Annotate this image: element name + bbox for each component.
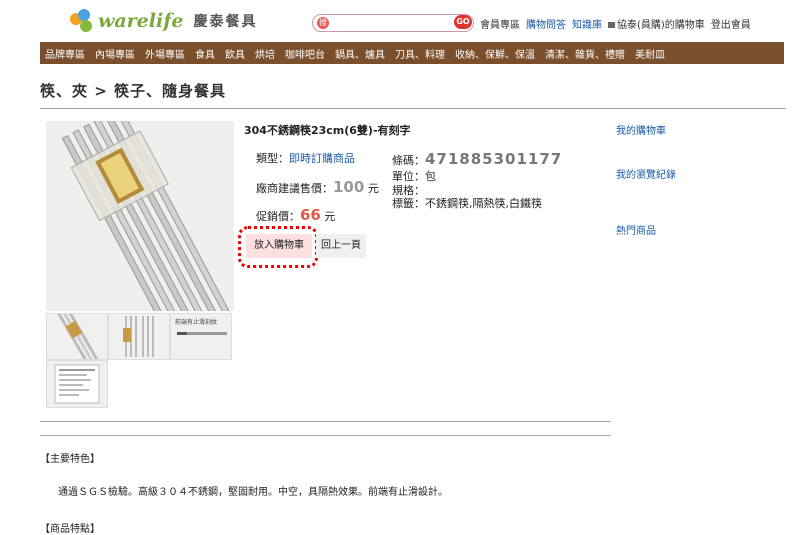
tag-value[interactable]: 不銹鋼筷,隔熱筷,白鐵筷 xyxy=(425,197,542,210)
features-text: 通過ＳＧＳ檢驗。高級３０４不銹鋼，堅固耐用。中空，具隔熱效果。前端有止滑設計。 xyxy=(58,487,448,498)
promo-price: 促銷價：66 元 xyxy=(256,206,335,224)
msrp-unit: 元 xyxy=(367,182,379,195)
msrp-price: 廠商建議售價：100 元 xyxy=(256,178,379,196)
search-input[interactable]: 搜 xyxy=(312,14,474,32)
cart-link-label: 協泰(員購)的購物車 xyxy=(617,20,705,31)
nav-item[interactable]: 品牌專區 xyxy=(40,46,90,61)
sidebar-hot-products[interactable]: 熱門商品 xyxy=(616,222,656,237)
nav-item[interactable]: 鍋具、爐具 xyxy=(330,46,390,61)
breadcrumb: 筷、夾 > 筷子、隨身餐具 xyxy=(40,82,227,100)
nav-item[interactable]: 食具 xyxy=(190,46,220,61)
nav-item[interactable]: 飲具 xyxy=(220,46,250,61)
features-title: 【主要特色】 xyxy=(40,454,100,465)
shopping-faq-link[interactable]: 購物問答 xyxy=(526,16,566,31)
product-thumbnail[interactable] xyxy=(108,313,170,360)
logo-chinese: 慶泰餐具 xyxy=(193,14,258,30)
sidebar-my-cart[interactable]: 我的購物車 xyxy=(616,122,666,137)
type-value-link[interactable]: 即時訂購商品 xyxy=(289,152,355,165)
product-type: 類型：即時訂購商品 xyxy=(256,150,355,166)
promo-label: 促銷價： xyxy=(256,210,300,223)
barcode-value: 471885301177 xyxy=(425,150,563,168)
type-label: 類型： xyxy=(256,152,289,165)
search-go-button[interactable]: GO xyxy=(454,15,472,29)
back-button[interactable]: 回上一頁 xyxy=(316,234,366,258)
promo-unit: 元 xyxy=(324,210,336,223)
sidebar-browse-history[interactable]: 我的瀏覽紀錄 xyxy=(616,166,676,181)
knowledge-base-link[interactable]: 知識庫 xyxy=(572,16,602,31)
member-area-link[interactable]: 會員專區 xyxy=(480,16,520,31)
nav-item[interactable]: 美耐皿 xyxy=(630,46,670,61)
tags: 標籤：不銹鋼筷,隔熱筷,白鐵筷 xyxy=(392,195,542,211)
msrp-value: 100 xyxy=(333,178,365,196)
product-main-image xyxy=(46,106,234,343)
divider xyxy=(40,421,611,422)
nav-item[interactable]: 刀具、料理 xyxy=(390,46,450,61)
nav-item[interactable]: 烘培 xyxy=(250,46,280,61)
product-thumbnail[interactable] xyxy=(46,306,108,367)
nav-item[interactable]: 外場專區 xyxy=(140,46,190,61)
nav-item[interactable]: 咖啡吧台 xyxy=(280,46,330,61)
nav-item[interactable]: 清潔、雜貨、禮贈 xyxy=(540,46,630,61)
cart-link[interactable]: 協泰(員購)的購物車 xyxy=(608,16,705,31)
logo-text: warelife xyxy=(98,10,184,32)
nav-item[interactable]: 收納、保鮮、保溫 xyxy=(450,46,540,61)
divider xyxy=(40,435,611,436)
logout-link[interactable]: 登出會員 xyxy=(711,16,751,31)
unit-value: 包 xyxy=(425,170,436,183)
msrp-label: 廠商建議售價： xyxy=(256,182,333,195)
divider xyxy=(40,108,786,109)
highlight-ring xyxy=(238,226,318,268)
promo-value: 66 xyxy=(300,206,321,224)
site-header: warelife 慶泰餐具 搜 GO 會員專區 購物問答 知識庫 協泰(員購)的… xyxy=(0,0,800,42)
logo-mark-icon xyxy=(70,9,94,33)
category-nav: 品牌專區 內場專區 外場專區 食具 飲具 烘培 咖啡吧台 鍋具、爐具 刀具、料理… xyxy=(40,42,784,64)
top-links: 會員專區 購物問答 知識庫 協泰(員購)的購物車 登出會員 xyxy=(480,16,751,31)
package-text: 前端有止滑刻紋 xyxy=(175,319,218,326)
search-icon: 搜 xyxy=(317,17,329,29)
product-thumbnail[interactable]: 前端有止滑刻紋 xyxy=(170,313,232,360)
product-points-title: 【商品特點】 xyxy=(40,524,100,535)
product-title: 304不銹鋼筷23cm(6雙)-有刻字 xyxy=(244,124,411,137)
cart-icon xyxy=(608,22,615,28)
barcode-label: 條碼： xyxy=(392,154,425,167)
site-logo[interactable]: warelife 慶泰餐具 xyxy=(70,8,257,34)
product-thumbnail[interactable] xyxy=(46,360,108,408)
barcode: 條碼：471885301177 xyxy=(392,150,562,168)
tag-label: 標籤： xyxy=(392,197,425,210)
nav-item[interactable]: 內場專區 xyxy=(90,46,140,61)
